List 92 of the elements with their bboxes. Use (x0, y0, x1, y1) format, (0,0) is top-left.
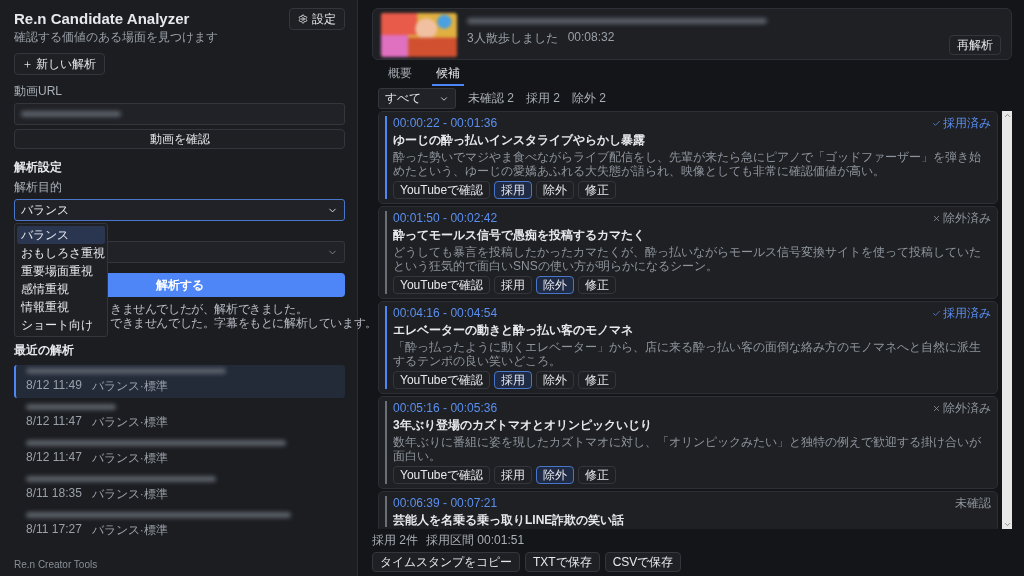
action-button[interactable]: 修正 (578, 276, 617, 294)
item-time: 8/11 18:35 (26, 486, 82, 502)
tab[interactable]: 概要 (384, 63, 416, 86)
tab[interactable]: 候補 (432, 63, 464, 86)
count-label: 除外 2 (572, 90, 607, 107)
action-button[interactable]: 採用 (494, 181, 533, 199)
app-title: Re.n Candidate Analyzer (14, 10, 191, 27)
url-field[interactable] (14, 103, 345, 125)
summary-text: 採用区間 00:01:51 (426, 532, 525, 549)
action-button[interactable]: 修正 (578, 181, 617, 199)
action-button[interactable]: YouTubeで確認 (393, 466, 491, 484)
item-time: 8/12 11:47 (26, 414, 82, 430)
menu-option[interactable]: ショート向け (17, 316, 105, 334)
candidate-title: 酔ってモールス信号で愚痴を投稿するカマたく (393, 228, 646, 242)
action-button[interactable]: 採用 (494, 371, 533, 389)
status-label: 採用済み (932, 306, 991, 320)
notice-text: できませんでした。字幕をもとに解析しています。 (110, 316, 377, 330)
count-label: 未確認 2 (468, 90, 514, 107)
action-button[interactable]: 除外 (536, 276, 575, 294)
time-range: 00:06:39 - 00:07:21 (393, 496, 498, 510)
section-heading: 最近の解析 (14, 342, 75, 359)
scroll-up-icon[interactable] (1002, 111, 1012, 120)
new-analysis-button[interactable]: 新しい解析 (14, 53, 105, 75)
video-duration: 00:08:32 (567, 30, 615, 46)
check-icon (932, 118, 941, 128)
action-button[interactable]: YouTubeで確認 (393, 181, 491, 199)
action-button[interactable]: 除外 (536, 371, 575, 389)
export-button[interactable]: CSVで保存 (604, 552, 682, 572)
status-label: 除外済み (932, 401, 991, 415)
action-button[interactable]: YouTubeで確認 (393, 276, 491, 294)
close-icon (932, 213, 941, 223)
count-label: 採用 2 (526, 90, 561, 107)
action-button[interactable]: 除外 (536, 466, 575, 484)
status-label: 除外済み (932, 211, 991, 225)
confirm-video-button[interactable]: 動画を確認 (14, 129, 345, 149)
reanalyze-button[interactable]: 再解析 (949, 35, 1001, 55)
recent-item[interactable]: 8/12 11:49 バランス·標準 (14, 365, 345, 398)
plus-icon (23, 59, 32, 69)
export-button[interactable]: タイムスタンプをコピー (372, 552, 520, 572)
action-button[interactable]: YouTubeで確認 (393, 371, 491, 389)
candidate-title: エレベーターの動きと酔っ払い客のモノマネ (393, 323, 634, 337)
action-button[interactable]: 採用 (494, 466, 533, 484)
summary-text: 採用 2件 (372, 532, 418, 549)
item-time: 8/12 11:49 (26, 378, 82, 394)
action-button[interactable]: 修正 (578, 371, 617, 389)
time-range: 00:04:16 - 00:04:54 (393, 306, 498, 320)
purpose-select[interactable]: バランス (14, 199, 345, 221)
item-mode: バランス·標準 (91, 486, 168, 503)
candidate-title: 3年ぶり登場のカズトマオとオリンピックいじり (393, 418, 653, 432)
recent-item[interactable]: 8/11 18:35 バランス·標準 (14, 473, 345, 506)
menu-option[interactable]: 感情重視 (17, 280, 105, 298)
video-meta: 3人散歩しました (467, 30, 558, 47)
recent-item[interactable]: 8/12 11:47 バランス·標準 (14, 437, 345, 470)
field-label: 解析目的 (14, 179, 63, 196)
candidate-description: どうしても暴言を投稿したかったカマたくが、酔っ払いながらモールス信号変換サイトを使って投稿していたという狂気的で面白いSNSの使い方が明らかになるシーン。 (393, 245, 982, 273)
notice-text: きませんでしたが、解析できました。 (110, 302, 308, 316)
scroll-down-icon[interactable] (1002, 520, 1012, 529)
recent-item[interactable]: 8/11 17:27 バランス·標準 (14, 509, 345, 542)
export-button[interactable]: TXTで保存 (525, 552, 600, 572)
item-time: 8/12 11:47 (26, 450, 82, 466)
candidate-description: 「酔っ払ったように動くエレベーター」から、店に来る酔っ払い客の面倒な絡み方のモノマネへと自然に派生するテンポの良い笑いどころ。 (393, 340, 982, 368)
section-heading: 解析設定 (14, 159, 63, 176)
menu-option[interactable]: 情報重視 (17, 298, 105, 316)
candidate-title: ゆーじの酔っ払いインスタライブやらかし暴露 (393, 133, 646, 147)
filter-select[interactable]: すべて (378, 88, 456, 109)
settings-button[interactable]: 設定 (289, 8, 345, 30)
time-range: 00:00:22 - 00:01:36 (393, 116, 498, 130)
close-icon (932, 403, 941, 413)
item-mode: バランス·標準 (91, 414, 168, 431)
item-mode: バランス·標準 (91, 450, 168, 467)
scrollbar[interactable] (1002, 111, 1012, 529)
footer-text: Re.n Creator Tools (14, 559, 99, 570)
app-subtitle: 確認する価値のある場面を見つけます (14, 29, 218, 46)
item-mode: バランス·標準 (91, 378, 168, 395)
field-label: 動画URL (14, 83, 63, 100)
recent-item[interactable]: 8/12 11:47 バランス·標準 (14, 401, 345, 434)
check-icon (932, 308, 941, 318)
candidate-description: 酔った勢いでマジやま食べながらライブ配信をし、先輩が来たら急にピアノで「ゴッドファーザー」を弾き始めたという、ゆーじの愛嬌あふれる大失態が語られ、映像としても非常に確認価値が高い。 (393, 150, 982, 178)
time-range: 00:05:16 - 00:05:36 (393, 401, 498, 415)
menu-option[interactable]: おもしろさ重視 (17, 244, 105, 262)
time-range: 00:01:50 - 00:02:42 (393, 211, 498, 225)
action-button[interactable]: 採用 (494, 276, 533, 294)
candidate-description: 数年ぶりに番組に姿を現したカズトマオに対し、「オリンピックみたい」と独特の例えで歓迎する掛け合いが面白い。 (393, 435, 982, 463)
status-label: 採用済み (932, 116, 991, 130)
settings-icon (298, 14, 308, 24)
candidate-title: 芸能人を名乗る乗っ取りLINE詐欺の笑い話 (393, 513, 626, 527)
status-label: 未確認 (955, 496, 991, 510)
menu-option[interactable]: バランス (17, 226, 105, 244)
item-mode: バランス·標準 (91, 522, 168, 539)
item-time: 8/11 17:27 (26, 522, 82, 538)
action-button[interactable]: 除外 (536, 181, 575, 199)
action-button[interactable]: 修正 (578, 466, 617, 484)
